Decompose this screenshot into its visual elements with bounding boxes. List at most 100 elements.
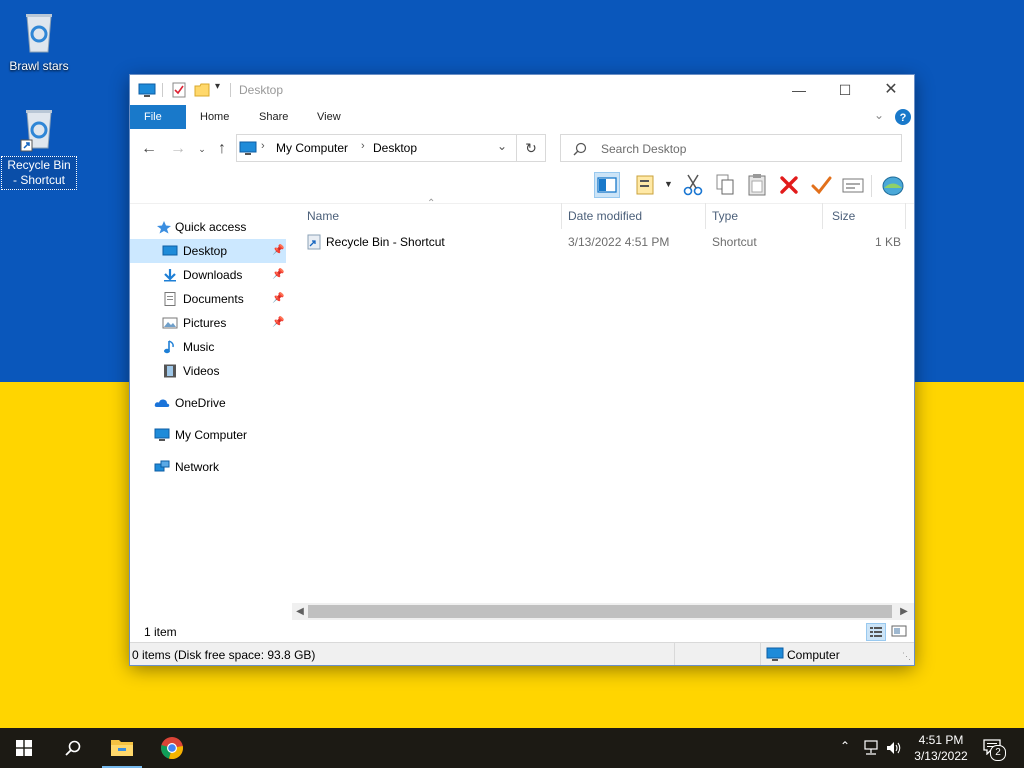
horizontal-scrollbar[interactable]: ◀ ▶ — [292, 603, 914, 620]
details-view-icon — [870, 627, 882, 637]
help-icon[interactable]: ? — [894, 108, 912, 126]
large-icons-view-button[interactable] — [890, 623, 910, 641]
globe-icon — [882, 176, 904, 196]
minimize-button[interactable]: — — [776, 75, 822, 105]
desktop-icon-label: Recycle Bin - Shortcut — [1, 156, 77, 190]
nav-item-videos[interactable]: Videos — [130, 359, 286, 383]
customize-toolbar-dropdown[interactable]: ▾ — [215, 81, 220, 97]
nav-item-desktop[interactable]: Desktop 📌 — [130, 239, 286, 263]
action-center-button[interactable]: 2 — [980, 736, 1008, 762]
title-bar[interactable]: ▾ Desktop — ☐ ✕ — [130, 75, 914, 105]
maximize-button[interactable]: ☐ — [822, 75, 868, 105]
column-header-type[interactable]: Type — [712, 203, 738, 229]
properties-icon[interactable] — [172, 82, 186, 98]
column-divider[interactable] — [905, 203, 906, 229]
layout-dropdown-chevron-icon[interactable]: ▼ — [664, 179, 673, 189]
clock-time: 4:51 PM — [918, 733, 964, 747]
nav-label: Downloads — [183, 268, 243, 282]
volume-icon[interactable] — [885, 740, 903, 756]
tab-home[interactable]: Home — [186, 105, 243, 129]
paste-button[interactable] — [744, 172, 770, 198]
close-button[interactable]: ✕ — [868, 75, 914, 105]
column-divider[interactable] — [561, 203, 562, 229]
layout-button[interactable] — [634, 172, 660, 198]
file-explorer-window: ▾ Desktop — ☐ ✕ File Home Share View ⌄ ?… — [130, 75, 914, 665]
status-bar: 0 items (Disk free space: 93.8 GB) Compu… — [130, 642, 914, 665]
nav-item-onedrive[interactable]: OneDrive — [130, 391, 286, 415]
expand-ribbon-chevron-icon[interactable]: ⌄ — [874, 108, 884, 122]
breadcrumb-separator-icon: › — [261, 140, 265, 152]
address-bar[interactable]: › My Computer › Desktop ⌄ — [236, 134, 546, 162]
details-view-button[interactable] — [866, 623, 886, 641]
recycle-bin-icon — [26, 14, 52, 53]
nav-item-downloads[interactable]: Downloads 📌 — [130, 263, 286, 287]
tab-view[interactable]: View — [303, 105, 355, 129]
new-folder-icon[interactable] — [194, 82, 210, 98]
column-header-size[interactable]: Size — [832, 203, 855, 229]
navigation-pane: Quick access Desktop 📌 Downloads 📌 Docum… — [130, 203, 292, 617]
copy-button[interactable] — [712, 172, 738, 198]
nav-label: Quick access — [175, 220, 247, 234]
tab-file[interactable]: File — [130, 105, 186, 129]
system-clock[interactable]: 4:51 PM 3/13/2022 — [906, 732, 976, 764]
column-divider[interactable] — [822, 203, 823, 229]
file-name: Recycle Bin - Shortcut — [326, 235, 445, 249]
pin-icon: 📌 — [272, 269, 285, 280]
scrollbar-thumb[interactable] — [308, 605, 892, 618]
checkmark-icon — [811, 176, 832, 195]
scroll-left-icon[interactable]: ◀ — [292, 603, 308, 620]
delete-button[interactable] — [776, 172, 802, 198]
network-shell-button[interactable] — [880, 172, 906, 198]
column-header-name[interactable]: Name — [307, 203, 339, 229]
pin-icon: 📌 — [272, 245, 285, 256]
address-dropdown-chevron-icon[interactable]: ⌄ — [497, 139, 507, 153]
back-button[interactable]: ← — [139, 139, 159, 159]
picture-icon — [162, 317, 178, 329]
properties-button[interactable] — [840, 172, 866, 198]
windows-logo-icon — [16, 740, 32, 756]
refresh-button[interactable]: ↻ — [516, 134, 546, 162]
start-button[interactable] — [0, 728, 48, 768]
desktop-icon-brawl-stars[interactable]: Brawl stars — [0, 8, 78, 75]
table-row[interactable]: Recycle Bin - Shortcut 3/13/2022 4:51 PM… — [304, 231, 904, 253]
column-divider[interactable] — [705, 203, 706, 229]
nav-item-documents[interactable]: Documents 📌 — [130, 287, 286, 311]
nav-item-music[interactable]: Music — [130, 335, 286, 359]
search-button[interactable] — [48, 728, 96, 768]
cut-button[interactable] — [680, 172, 706, 198]
recent-locations-dropdown[interactable]: ⌄ — [192, 139, 212, 159]
desktop-icon-recycle-bin-shortcut[interactable]: Recycle Bin - Shortcut — [0, 106, 78, 190]
document-icon — [164, 292, 176, 306]
nav-item-quick-access[interactable]: Quick access — [130, 215, 286, 239]
chrome-taskbar-button[interactable] — [148, 728, 196, 768]
show-hidden-icons-chevron-icon[interactable]: ⌃ — [840, 739, 850, 753]
command-toolbar: ▼ — [130, 169, 914, 204]
recycle-bin-shortcut-icon — [20, 110, 52, 152]
sort-ascending-icon: ⌃ — [427, 198, 436, 209]
network-status-icon[interactable] — [862, 740, 880, 756]
file-explorer-taskbar-button[interactable] — [98, 728, 146, 768]
breadcrumb-separator-icon: › — [361, 140, 365, 152]
nav-item-pictures[interactable]: Pictures 📌 — [130, 311, 286, 335]
scroll-right-icon[interactable]: ▶ — [896, 603, 912, 620]
search-icon — [573, 142, 587, 156]
breadcrumb-my-computer[interactable]: My Computer — [276, 141, 348, 155]
preview-pane-button[interactable] — [594, 172, 620, 198]
shortcut-file-icon — [307, 234, 321, 250]
search-box[interactable]: Search Desktop — [560, 134, 902, 162]
network-icon — [154, 460, 170, 472]
rename-button[interactable] — [808, 172, 834, 198]
computer-icon — [239, 141, 257, 155]
breadcrumb-desktop[interactable]: Desktop — [373, 141, 417, 155]
forward-button[interactable]: → — [168, 139, 188, 159]
computer-icon — [766, 647, 784, 661]
ribbon-tabs: File Home Share View ⌄ ? — [130, 105, 914, 129]
scissors-icon — [683, 174, 703, 196]
column-header-date-modified[interactable]: Date modified — [568, 203, 642, 229]
nav-item-network[interactable]: Network — [130, 455, 286, 479]
tab-share[interactable]: Share — [245, 105, 302, 129]
up-button[interactable]: ↑ — [212, 139, 232, 159]
file-type: Shortcut — [712, 235, 757, 249]
nav-item-my-computer[interactable]: My Computer — [130, 423, 286, 447]
resize-grip-icon[interactable]: ⋱ — [902, 651, 911, 662]
